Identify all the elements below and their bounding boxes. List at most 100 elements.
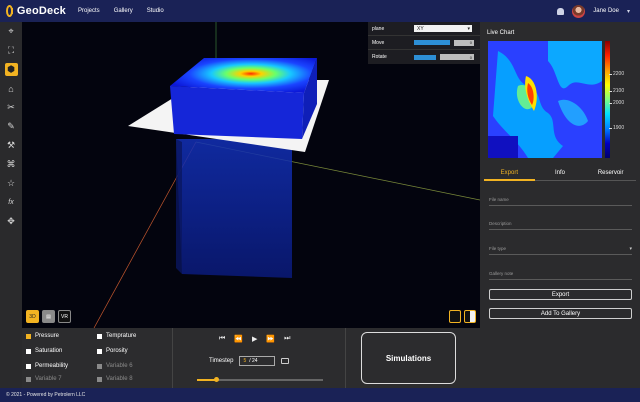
move-slider[interactable] <box>414 40 450 45</box>
description-field[interactable]: Description <box>489 221 632 230</box>
timestep-row: Timestep 5 / 24 <box>209 356 290 366</box>
crop-icon: ⛶ <box>7 45 15 55</box>
logo[interactable]: GeoDeck <box>6 5 66 17</box>
variable-6: Variable 6 <box>97 363 133 369</box>
target-icon: ⌖ <box>8 26 14 36</box>
file-type-label: File type <box>489 246 507 251</box>
checkbox <box>97 376 102 382</box>
3d-viewport[interactable]: plane XY ▾ Move 0 Rotate 0 3D ▤ VR <box>22 22 480 328</box>
timestep-slider[interactable] <box>197 377 323 382</box>
checkbox[interactable] <box>97 348 102 354</box>
tool-scissors[interactable]: ✂ <box>0 98 22 117</box>
colorbar-tick: 2100 <box>608 88 625 94</box>
variable-permeability[interactable]: Permeability <box>26 363 68 369</box>
tool-star[interactable]: ☆ <box>0 174 22 193</box>
mode-vr-button[interactable]: VR <box>58 310 71 323</box>
tab-info[interactable]: Info <box>534 167 586 181</box>
fast-forward-icon[interactable]: ⏩ <box>266 335 275 343</box>
timestep-input[interactable]: 5 / 24 <box>239 356 276 366</box>
live-chart-heatmap[interactable] <box>488 41 602 158</box>
tool-pen[interactable]: ✎ <box>0 117 22 136</box>
variable-label: Temprature <box>106 333 137 339</box>
checkbox[interactable] <box>26 348 31 354</box>
colorbar <box>605 41 610 158</box>
file-type-select[interactable]: File type ▾ <box>489 246 632 255</box>
variable-pressure[interactable]: Pressure <box>26 333 59 339</box>
mode-3d-button[interactable]: 3D <box>26 310 39 323</box>
heat-front-face <box>170 86 304 139</box>
layers-icon: ▤ <box>46 313 51 320</box>
variable-8: Variable 8 <box>97 376 133 382</box>
camera-icon[interactable] <box>281 358 290 364</box>
rotate-slider[interactable] <box>414 54 436 60</box>
mode-buttons: 3D ▤ VR <box>26 310 71 323</box>
rotate-label: Rotate <box>372 54 387 60</box>
timestep-slider-knob[interactable] <box>213 377 219 382</box>
add-to-gallery-button[interactable]: Add To Gallery <box>489 308 632 319</box>
lower-volume <box>176 139 292 278</box>
tag-icon: ⌘ <box>6 159 16 169</box>
skip-start-icon[interactable]: ⏮ <box>219 335 225 343</box>
tab-export[interactable]: Export <box>484 167 535 181</box>
user-name[interactable]: Jane Doe <box>593 8 619 14</box>
play-icon[interactable]: ▶ <box>252 335 257 343</box>
tool-tag[interactable]: ⌘ <box>0 155 22 174</box>
app-root: GeoDeck Projects Gallery Studio Jane Doe… <box>0 0 640 402</box>
plane-value: XY <box>417 25 424 32</box>
tool-bank[interactable]: ⌂ <box>0 79 22 98</box>
rotate-input[interactable]: 0 <box>440 54 474 60</box>
checkbox[interactable] <box>26 363 31 369</box>
chevron-down-icon: ▾ <box>629 246 632 252</box>
rotate-row: Rotate 0 <box>368 50 480 64</box>
bell-icon[interactable] <box>557 7 565 15</box>
scene-canvas[interactable] <box>22 22 480 328</box>
export-button[interactable]: Export <box>489 289 632 300</box>
timestep-player: ⏮ ⏪ ▶ ⏩ ⏭ Timestep 5 / 24 <box>172 328 346 388</box>
avatar[interactable] <box>572 4 586 18</box>
colorbar-tick: 2200 <box>608 71 625 77</box>
gallery-note-field[interactable]: Gallery note <box>489 271 632 280</box>
checkbox[interactable] <box>26 333 31 339</box>
file-name-field[interactable]: File name <box>489 197 632 206</box>
tool-hammer[interactable]: ⚒ <box>0 136 22 155</box>
timestep-total: / 24 <box>249 358 258 364</box>
tool-function[interactable]: fx <box>0 193 22 212</box>
main-nav: Projects Gallery Studio <box>78 8 164 14</box>
simulations-button[interactable]: Simulations <box>361 332 456 384</box>
viewport-controls: plane XY ▾ Move 0 Rotate 0 <box>368 22 480 64</box>
variable-temprature[interactable]: Temprature <box>97 333 136 339</box>
tool-target[interactable]: ⌖ <box>0 22 22 41</box>
plane-select[interactable]: XY ▾ <box>414 25 472 32</box>
nav-studio[interactable]: Studio <box>147 8 164 14</box>
cube-icon: ⬢ <box>4 63 18 76</box>
variable-label: Variable 7 <box>35 376 62 382</box>
single-view-button[interactable] <box>449 310 461 323</box>
chevron-down-icon[interactable]: ▾ <box>627 8 630 15</box>
split-view-button[interactable] <box>464 310 476 323</box>
rewind-icon[interactable]: ⏪ <box>234 335 243 343</box>
nav-gallery[interactable]: Gallery <box>114 8 133 14</box>
variable-porosity[interactable]: Porosity <box>97 348 128 354</box>
tool-move[interactable]: ✥ <box>0 212 22 231</box>
lower-volume-side <box>176 139 182 274</box>
move-icon: ✥ <box>7 216 15 226</box>
mode-layers-button[interactable]: ▤ <box>42 310 55 323</box>
skip-end-icon[interactable]: ⏭ <box>284 335 290 343</box>
tab-reservoir[interactable]: Reservoir <box>585 167 637 181</box>
tool-crop[interactable]: ⛶ <box>0 41 22 60</box>
nav-projects[interactable]: Projects <box>78 8 100 14</box>
tool-cube[interactable]: ⬢ <box>0 60 22 79</box>
bank-icon: ⌂ <box>8 83 14 94</box>
variable-saturation[interactable]: Saturation <box>26 348 62 354</box>
variable-7: Variable 7 <box>26 376 62 382</box>
move-input[interactable]: 0 <box>454 39 474 46</box>
variable-list: Pressure Temprature Saturation Porosity … <box>22 328 172 388</box>
app-name: GeoDeck <box>16 5 66 17</box>
footer: © 2021 - Powered by Petrolern LLC <box>0 388 640 402</box>
timestep-label: Timestep <box>209 358 234 364</box>
plane-label: plane <box>372 25 385 32</box>
hammer-icon: ⚒ <box>6 140 16 150</box>
checkbox[interactable] <box>97 333 102 339</box>
pen-icon: ✎ <box>7 121 15 131</box>
right-tabs: Export Info Reservoir <box>484 167 637 181</box>
